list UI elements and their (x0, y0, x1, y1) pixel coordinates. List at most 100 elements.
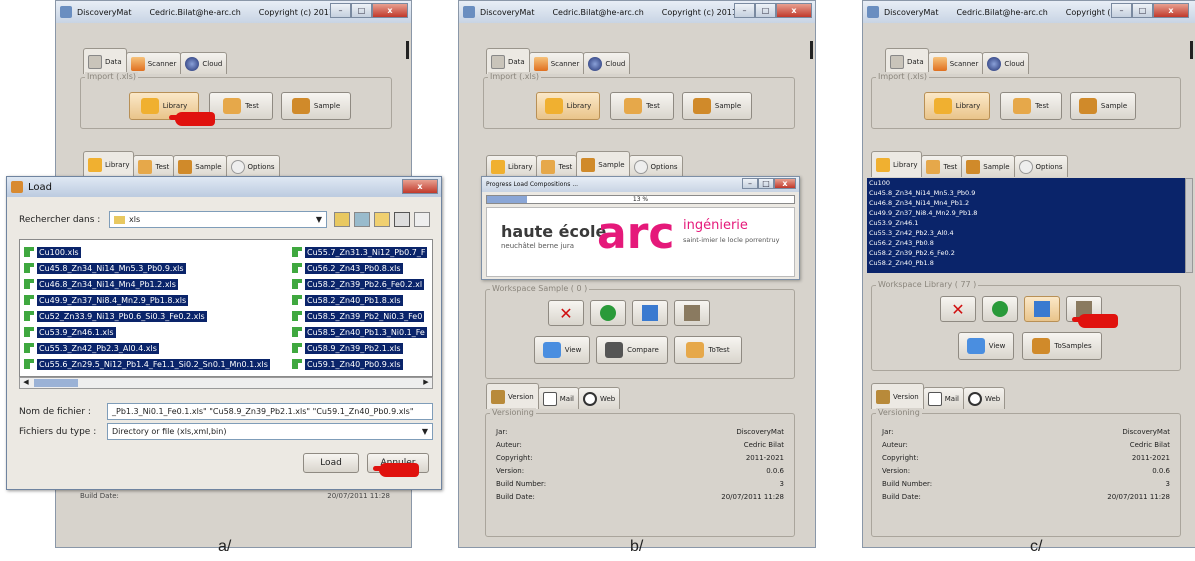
delete-button[interactable]: ✕ (548, 300, 584, 326)
totest-button[interactable]: ToTest (674, 336, 742, 364)
remove-button[interactable] (982, 296, 1018, 322)
details-view-icon[interactable] (414, 212, 430, 227)
close-icon[interactable]: x (774, 178, 796, 189)
file-item[interactable]: Cu100.xls (24, 244, 270, 260)
scroll-right-icon[interactable]: ▶ (420, 378, 432, 388)
tab-cloud[interactable]: Cloud (982, 52, 1030, 74)
select-button[interactable] (1024, 296, 1060, 322)
compare-button[interactable]: Compare (596, 336, 668, 364)
lookin-select[interactable]: xls ▼ (109, 211, 327, 228)
tosamples-button[interactable]: ToSamples (1022, 332, 1102, 360)
tab-test[interactable]: Test (133, 155, 175, 177)
library-list-item[interactable]: Cu56.2_Zn43_Pb0.8 (867, 238, 1185, 248)
remove-button[interactable] (590, 300, 626, 326)
file-item[interactable]: Cu45.8_Zn34_Ni14_Mn5.3_Pb0.9.xls (24, 260, 270, 276)
file-item[interactable]: Cu58.5_Zn39_Pb2_Ni0.3_Fe0 (292, 308, 427, 324)
file-item[interactable]: Cu55.6_Zn29.5_Ni12_Pb1.4_Fe1.1_Si0.2_Sn0… (24, 356, 270, 372)
tab-sample[interactable]: Sample (576, 151, 630, 177)
tab-version[interactable]: Version (871, 383, 924, 409)
library-list-scrollbar[interactable] (1185, 178, 1193, 273)
tab-library[interactable]: Library (871, 151, 923, 177)
tab-data[interactable]: Data (486, 48, 530, 74)
file-item[interactable]: Cu53.9_Zn46.1.xls (24, 324, 270, 340)
dialog-close-icon[interactable]: x (402, 179, 438, 194)
tab-scanner[interactable]: Scanner (927, 52, 984, 74)
filename-input[interactable]: _Pb1.3_Ni0.1_Fe0.1.xls" "Cu58.9_Zn39_Pb2… (107, 403, 433, 420)
filetype-select[interactable]: Directory or file (xls,xml,bin) ▼ (107, 423, 433, 440)
home-icon[interactable] (354, 212, 370, 227)
file-list[interactable]: Cu100.xls Cu45.8_Zn34_Ni14_Mn5.3_Pb0.9.xl… (19, 239, 433, 377)
scroll-thumb[interactable] (34, 379, 78, 387)
file-item[interactable]: Cu46.8_Zn34_Ni14_Mn4_Pb1.2.xls (24, 276, 270, 292)
library-list-item[interactable]: Cu100 (867, 178, 1185, 188)
close-icon[interactable]: x (776, 3, 812, 18)
tab-web[interactable]: Web (962, 387, 1006, 409)
minimize-icon[interactable]: – (734, 3, 755, 18)
tab-options[interactable]: Options (1013, 155, 1068, 177)
sample-import-button[interactable]: Sample (682, 92, 752, 120)
minimize-icon[interactable]: – (1111, 3, 1132, 18)
tab-version[interactable]: Version (486, 383, 539, 409)
tab-mail[interactable]: Mail (922, 387, 964, 409)
maximize-icon[interactable]: □ (755, 3, 776, 18)
select-button[interactable] (632, 300, 668, 326)
close-icon[interactable]: x (372, 3, 408, 18)
load-button[interactable]: Load (303, 453, 359, 473)
file-item[interactable]: Cu55.3_Zn42_Pb2.3_Al0.4.xls (24, 340, 270, 356)
list-view-icon[interactable] (394, 212, 410, 227)
maximize-icon[interactable]: □ (758, 178, 774, 189)
minimize-icon[interactable]: – (330, 3, 351, 18)
tab-sample[interactable]: Sample (961, 155, 1015, 177)
minimize-icon[interactable]: – (742, 178, 758, 189)
tools-button[interactable] (674, 300, 710, 326)
tab-options[interactable]: Options (225, 155, 280, 177)
file-item[interactable]: Cu59.1_Zn40_Pb0.9.xls (292, 356, 427, 372)
tab-library[interactable]: Library (83, 151, 135, 177)
library-list-item[interactable]: Cu55.3_Zn42_Pb2.3_Al0.4 (867, 228, 1185, 238)
tab-scanner[interactable]: Scanner (125, 52, 182, 74)
sample-import-button[interactable]: Sample (281, 92, 351, 120)
view-button[interactable]: View (534, 336, 590, 364)
tab-mail[interactable]: Mail (537, 387, 579, 409)
file-item[interactable]: Cu55.7_Zn31.3_Ni12_Pb0.7_F (292, 244, 428, 260)
maximize-icon[interactable]: □ (1132, 3, 1153, 18)
new-folder-icon[interactable] (374, 212, 390, 227)
sample-import-button[interactable]: Sample (1070, 92, 1136, 120)
test-import-button[interactable]: Test (1000, 92, 1062, 120)
tab-web[interactable]: Web (577, 387, 621, 409)
file-item[interactable]: Cu58.2_Zn40_Pb1.8.xls (292, 292, 427, 308)
library-list-item[interactable]: Cu45.8_Zn34_Ni14_Mn5.3_Pb0.9 (867, 188, 1185, 198)
tab-sample[interactable]: Sample (173, 155, 227, 177)
library-list-item[interactable]: Cu49.9_Zn37_Ni8.4_Mn2.9_Pb1.8 (867, 208, 1185, 218)
test-import-button[interactable]: Test (209, 92, 273, 120)
library-import-button[interactable]: Library (924, 92, 990, 120)
scroll-left-icon[interactable]: ◀ (20, 378, 32, 388)
tab-data[interactable]: Data (885, 48, 929, 74)
maximize-icon[interactable]: □ (351, 3, 372, 18)
tab-test[interactable]: Test (921, 155, 963, 177)
file-item[interactable]: Cu49.9_Zn37_Ni8.4_Mn2.9_Pb1.8.xls (24, 292, 270, 308)
tab-scanner[interactable]: Scanner (528, 52, 585, 74)
horizontal-scrollbar[interactable]: ◀ ▶ (19, 377, 433, 389)
tab-data[interactable]: Data (83, 48, 127, 74)
file-item[interactable]: Cu56.2_Zn43_Pb0.8.xls (292, 260, 427, 276)
tab-library[interactable]: Library (486, 155, 538, 177)
up-folder-icon[interactable] (334, 212, 350, 227)
library-import-button[interactable]: Library (536, 92, 600, 120)
test-import-button[interactable]: Test (610, 92, 674, 120)
close-icon[interactable]: x (1153, 3, 1189, 18)
tab-test[interactable]: Test (536, 155, 578, 177)
library-list-item[interactable]: Cu46.8_Zn34_Ni14_Mn4_Pb1.2 (867, 198, 1185, 208)
library-list-item[interactable]: Cu58.2_Zn39_Pb2.6_Fe0.2 (867, 248, 1185, 258)
delete-button[interactable]: ✕ (940, 296, 976, 322)
library-list[interactable]: Cu100 Cu45.8_Zn34_Ni14_Mn5.3_Pb0.9 Cu46.8_… (867, 178, 1185, 273)
file-item[interactable]: Cu58.5_Zn40_Pb1.3_Ni0.1_Fe (292, 324, 427, 340)
tab-cloud[interactable]: Cloud (583, 52, 631, 74)
file-item[interactable]: Cu58.9_Zn39_Pb2.1.xls (292, 340, 427, 356)
tab-options[interactable]: Options (628, 155, 683, 177)
tab-cloud[interactable]: Cloud (180, 52, 228, 74)
library-list-item[interactable]: Cu53.9_Zn46.1 (867, 218, 1185, 228)
view-button[interactable]: View (958, 332, 1014, 360)
file-item[interactable]: Cu52_Zn33.9_Ni13_Pb0.6_Si0.3_Fe0.2.xls (24, 308, 270, 324)
library-list-item[interactable]: Cu58.2_Zn40_Pb1.8 (867, 258, 1185, 268)
